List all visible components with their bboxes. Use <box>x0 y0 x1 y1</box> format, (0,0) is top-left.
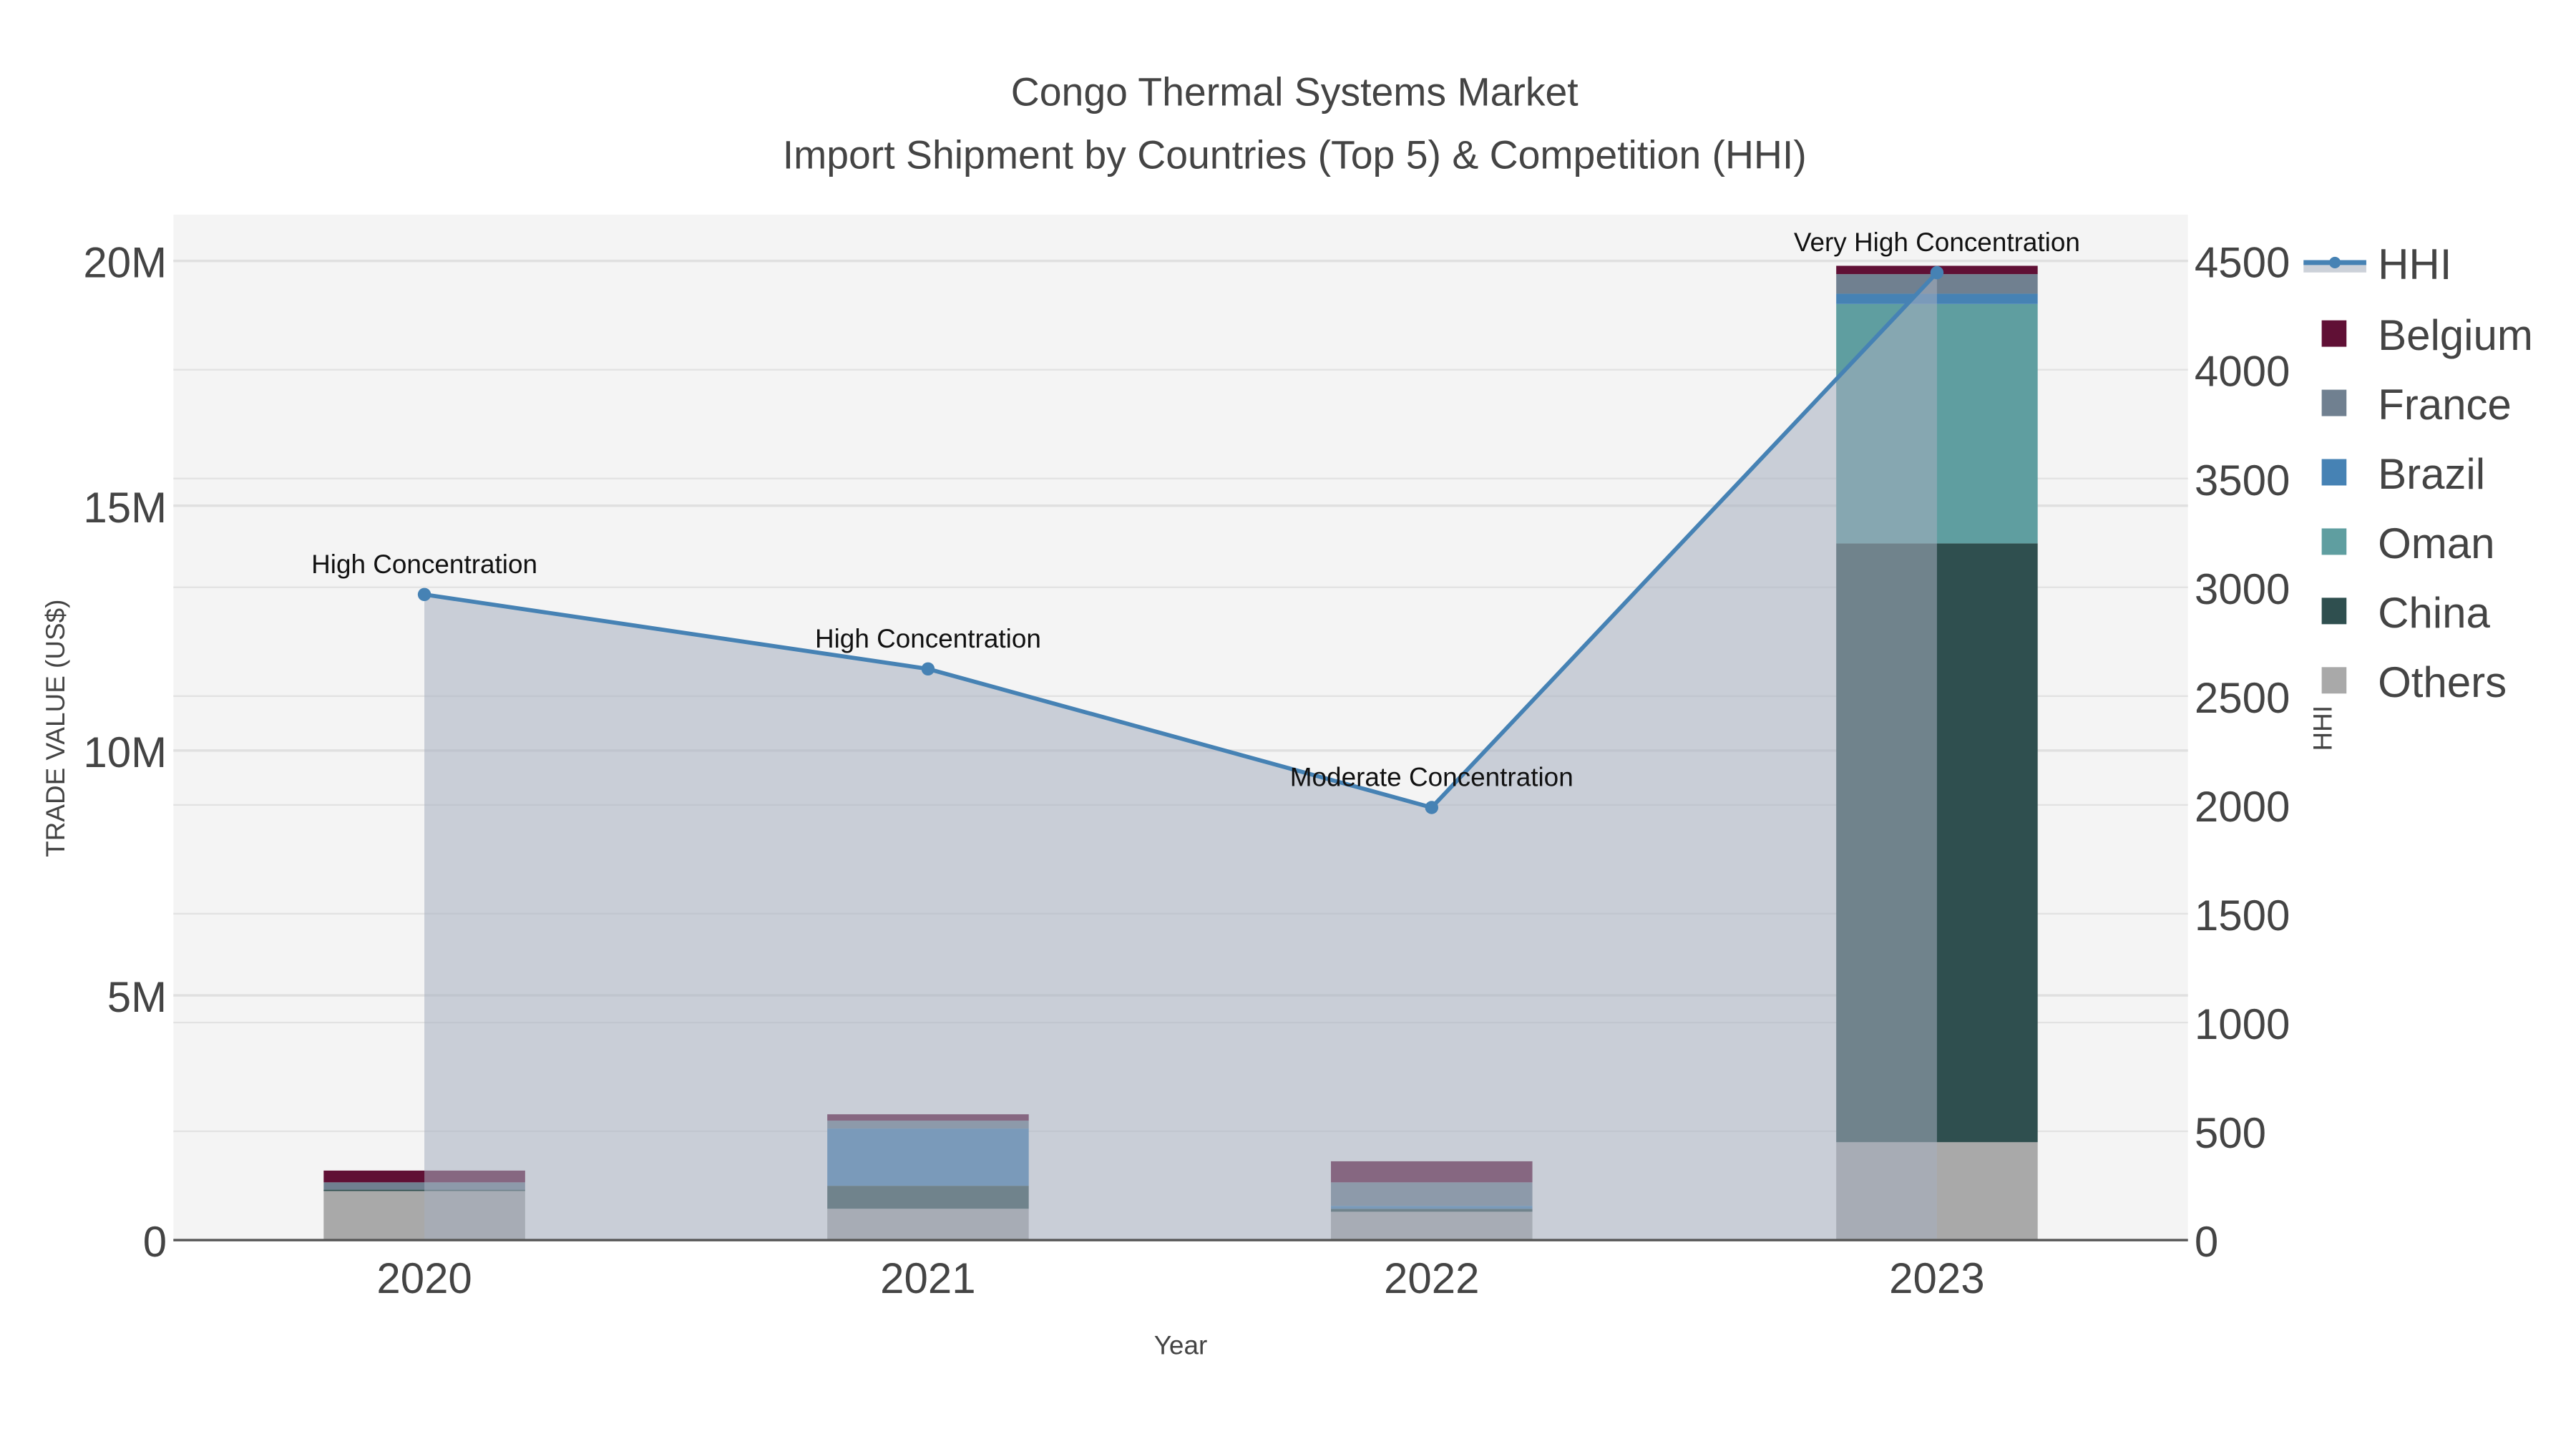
y-tick-label: 0 <box>143 1218 167 1266</box>
legend-label: Belgium <box>2378 311 2533 359</box>
hhi-annotation: High Concentration <box>815 624 1041 653</box>
legend-label: Brazil <box>2378 450 2485 498</box>
y2-tick-label: 2500 <box>2195 674 2290 722</box>
y2-tick-label: 0 <box>2195 1218 2218 1266</box>
legend-item-others[interactable]: Others <box>2321 658 2507 706</box>
x-tick-label: 2021 <box>880 1254 975 1302</box>
y-tick-label: 15M <box>83 484 167 532</box>
y2-axis-title: HHI <box>2308 706 2337 751</box>
legend-swatch-icon <box>2321 667 2347 694</box>
chart-subtitle: Import Shipment by Countries (Top 5) & C… <box>783 132 1807 177</box>
legend-label: Oman <box>2378 519 2494 567</box>
legend-swatch-icon <box>2321 389 2347 416</box>
y2-tick-label: 4000 <box>2195 348 2290 396</box>
legend-item-france[interactable]: France <box>2321 381 2512 429</box>
legend-item-oman[interactable]: Oman <box>2321 519 2495 567</box>
hhi-annotation: Moderate Concentration <box>1290 763 1574 792</box>
legend-label: Others <box>2378 658 2507 706</box>
hhi-annotation: Very High Concentration <box>1794 228 2080 257</box>
legend-swatch-icon <box>2321 528 2347 555</box>
y2-tick-label: 2000 <box>2195 783 2290 831</box>
y-tick-label: 20M <box>83 239 167 287</box>
chart-title: Congo Thermal Systems Market <box>1011 70 1579 114</box>
legend-hhi-marker-icon <box>2329 256 2341 268</box>
x-axis-title: Year <box>1154 1330 1208 1360</box>
y-tick-label: 5M <box>107 973 167 1021</box>
y2-tick-label: 1500 <box>2195 892 2290 940</box>
legend-label: China <box>2378 589 2490 637</box>
y2-tick-label: 4500 <box>2195 239 2290 287</box>
x-tick-label: 2020 <box>376 1254 472 1302</box>
y-tick-label: 10M <box>83 728 167 776</box>
legend-item-china[interactable]: China <box>2321 589 2491 637</box>
y2-tick-label: 500 <box>2195 1109 2266 1157</box>
hhi-point <box>417 587 431 602</box>
hhi-point <box>1425 801 1438 814</box>
hhi-point <box>1930 265 1944 280</box>
legend-item-belgium[interactable]: Belgium <box>2321 311 2533 359</box>
legend-swatch-icon <box>2321 459 2347 486</box>
legend-swatch-icon <box>2321 320 2347 347</box>
x-tick-label: 2023 <box>1889 1254 1984 1302</box>
legend-swatch-icon <box>2321 597 2347 625</box>
legend-label: France <box>2378 381 2512 429</box>
y2-tick-label: 3000 <box>2195 565 2290 613</box>
hhi-annotation: High Concentration <box>311 550 537 579</box>
legend-item-hhi[interactable]: HHI <box>2303 240 2451 288</box>
legend-label: HHI <box>2378 240 2451 288</box>
y2-tick-label: 3500 <box>2195 457 2290 504</box>
y2-tick-label: 1000 <box>2195 1000 2290 1048</box>
x-tick-label: 2022 <box>1384 1254 1479 1302</box>
y-axis-title: TRADE VALUE (US$) <box>41 600 70 857</box>
chart: Congo Thermal Systems Market Import Ship… <box>41 70 2533 1360</box>
hhi-point <box>921 662 935 676</box>
legend-item-brazil[interactable]: Brazil <box>2321 450 2485 498</box>
